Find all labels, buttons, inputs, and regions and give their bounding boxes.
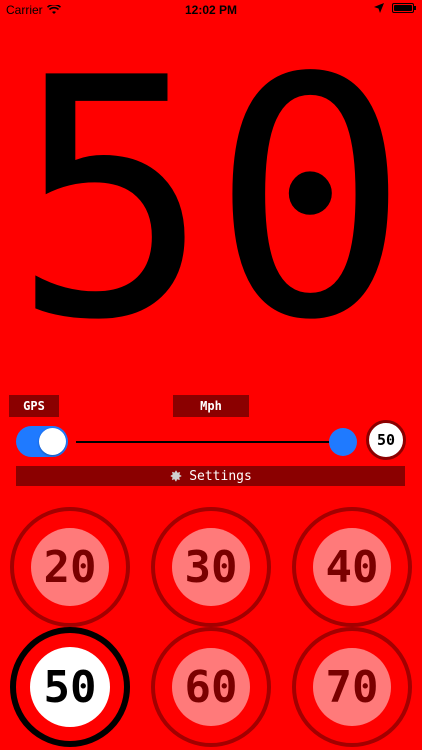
settings-label: Settings <box>189 468 252 484</box>
unit-button[interactable]: Mph <box>173 395 249 417</box>
gear-icon <box>170 470 182 482</box>
speed-sign-50[interactable]: 50 <box>10 627 130 747</box>
speed-sign-label: 70 <box>313 648 391 726</box>
current-limit-badge: 50 <box>366 420 406 460</box>
gps-toggle[interactable] <box>16 426 68 457</box>
speed-sign-70[interactable]: 70 <box>292 627 412 747</box>
limit-slider-thumb[interactable] <box>329 428 357 456</box>
limit-slider-track[interactable] <box>76 441 338 443</box>
speed-sign-60[interactable]: 60 <box>151 627 271 747</box>
gps-label: GPS <box>9 395 59 417</box>
speed-sign-label: 60 <box>172 648 250 726</box>
speed-sign-label: 50 <box>30 647 110 727</box>
speed-sign-30[interactable]: 30 <box>151 507 271 627</box>
speed-sign-label: 30 <box>172 528 250 606</box>
speed-sign-40[interactable]: 40 <box>292 507 412 627</box>
settings-button[interactable]: Settings <box>16 466 405 486</box>
speed-display: 50 <box>12 8 410 392</box>
speed-sign-label: 20 <box>31 528 109 606</box>
speed-sign-label: 40 <box>313 528 391 606</box>
speed-sign-20[interactable]: 20 <box>10 507 130 627</box>
gps-toggle-knob <box>39 428 66 455</box>
